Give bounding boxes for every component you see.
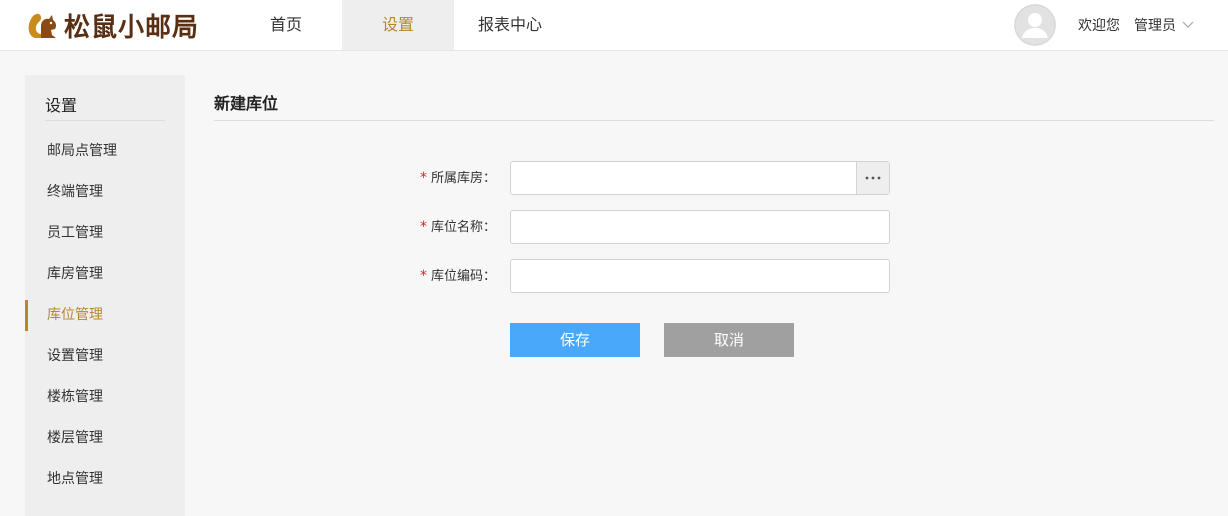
page-title: 新建库位 (214, 94, 279, 113)
title-divider (214, 120, 1214, 121)
app-title: 松鼠小邮局 (64, 12, 200, 43)
required-mark: * (419, 219, 427, 235)
top-navigation-bar: 松鼠小邮局 首页 设置 报表中心 欢迎您 管理员 (0, 0, 1228, 51)
required-mark: * (419, 170, 427, 186)
ellipsis-icon[interactable] (856, 162, 889, 194)
sidebar-item-terminal[interactable]: 终端管理 (25, 172, 185, 213)
nav-tab-reports[interactable]: 报表中心 (454, 0, 566, 50)
sidebar-menu: 邮局点管理 终端管理 员工管理 库房管理 库位管理 设置管理 楼栋管理 楼层管理… (25, 131, 185, 500)
warehouse-label: * 所属库房： (419, 170, 496, 186)
sidebar-item-warehouse[interactable]: 库房管理 (25, 254, 185, 295)
sidebar-item-settings[interactable]: 设置管理 (25, 336, 185, 377)
sidebar-item-location[interactable]: 地点管理 (25, 459, 185, 500)
location-code-label: * 库位编码： (419, 268, 496, 284)
username-link[interactable]: 管理员 (1134, 15, 1176, 35)
required-mark: * (419, 268, 427, 284)
location-name-label: * 库位名称： (419, 219, 496, 235)
nav-tab-home[interactable]: 首页 (230, 0, 342, 50)
sidebar-item-staff[interactable]: 员工管理 (25, 213, 185, 254)
form-row-warehouse: * 所属库房： (380, 161, 890, 195)
app-logo[interactable]: 松鼠小邮局 (26, 8, 200, 43)
user-avatar-icon[interactable] (1014, 4, 1056, 46)
sidebar-item-building[interactable]: 楼栋管理 (25, 377, 185, 418)
sidebar-item-floor[interactable]: 楼层管理 (25, 418, 185, 459)
warehouse-select-field[interactable] (510, 161, 890, 195)
form-row-location-name: * 库位名称： (380, 210, 890, 244)
sidebar-item-post-office[interactable]: 邮局点管理 (25, 131, 185, 172)
sidebar: 设置 邮局点管理 终端管理 员工管理 库房管理 库位管理 设置管理 楼栋管理 楼… (25, 75, 185, 516)
location-code-input[interactable] (510, 259, 890, 293)
nav-tab-settings[interactable]: 设置 (342, 0, 454, 50)
squirrel-logo-icon (28, 13, 57, 38)
save-button[interactable]: 保存 (510, 323, 640, 357)
location-name-input[interactable] (510, 210, 890, 244)
cancel-button[interactable]: 取消 (664, 323, 794, 357)
main-nav: 首页 设置 报表中心 (230, 0, 566, 50)
sidebar-item-storage-location[interactable]: 库位管理 (25, 295, 185, 336)
form-row-location-code: * 库位编码： (380, 259, 890, 293)
user-menu: 欢迎您 管理员 (1014, 0, 1228, 50)
sidebar-divider (45, 120, 165, 121)
welcome-text: 欢迎您 (1078, 18, 1120, 34)
sidebar-title: 设置 (45, 96, 78, 115)
chevron-down-icon[interactable] (1182, 21, 1194, 29)
